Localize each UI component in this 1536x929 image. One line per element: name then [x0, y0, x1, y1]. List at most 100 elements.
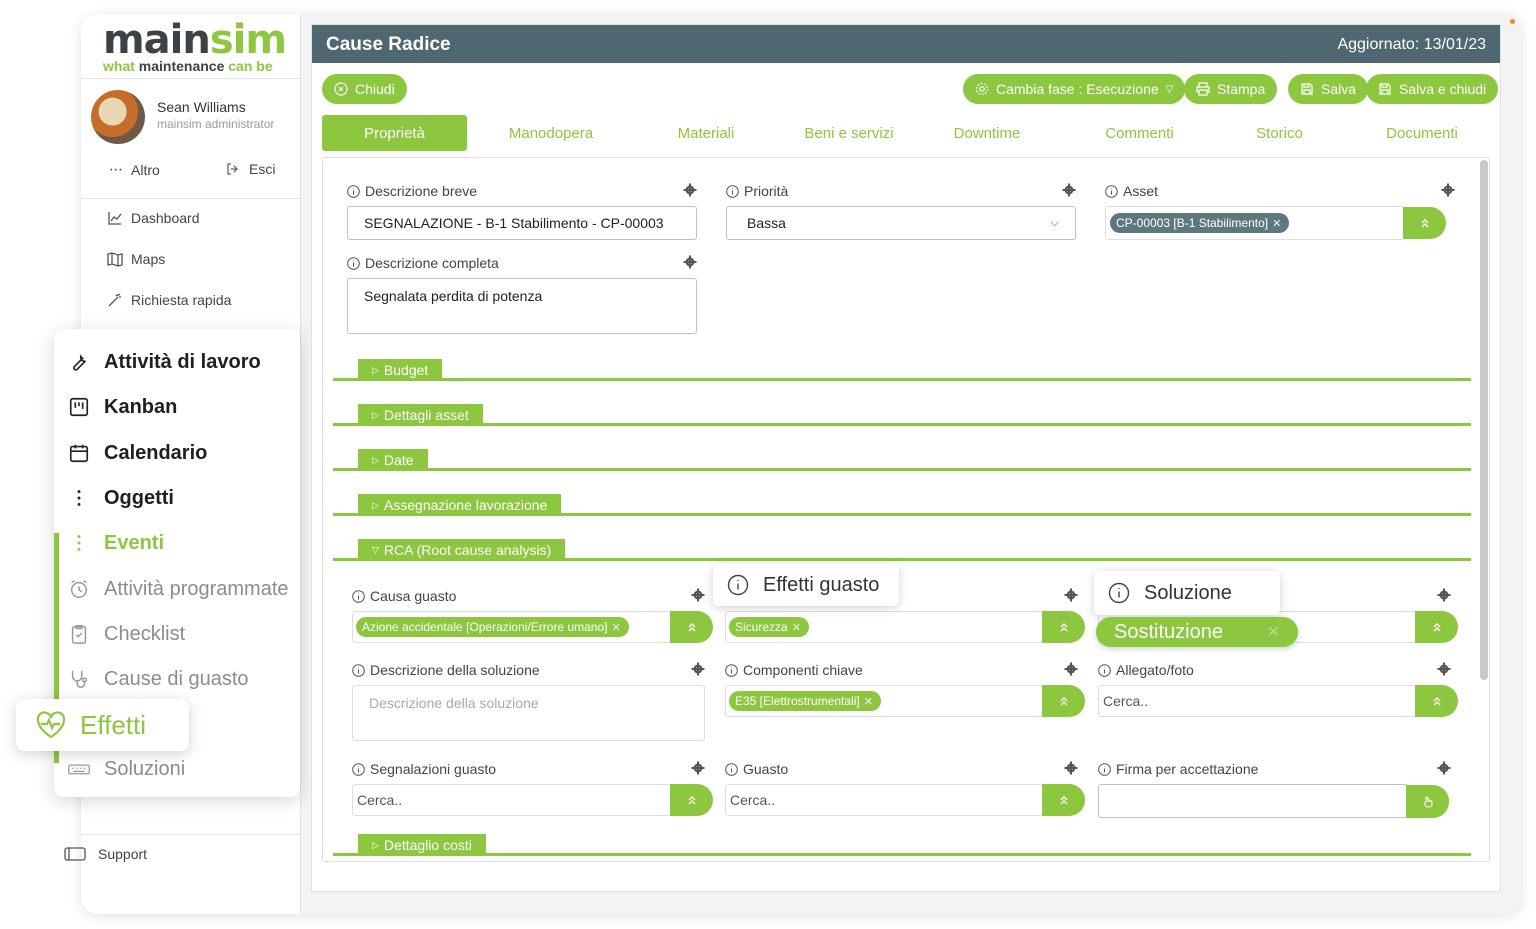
menu-item-objects[interactable]: Oggetti [68, 483, 174, 513]
menu-item-work-activities[interactable]: Attività di lavoro [68, 347, 261, 377]
tab-comments[interactable]: Commenti [1082, 115, 1197, 151]
menu-item-failure-causes[interactable]: Cause di guasto [68, 664, 249, 694]
remove-icon[interactable]: ✕ [1272, 217, 1281, 230]
sidebar-item-quick-request[interactable]: Richiesta rapida [107, 292, 231, 308]
solution-expand-button[interactable] [1415, 611, 1458, 643]
menu-item-checklist[interactable]: Checklist [68, 619, 185, 649]
fault-expand-button[interactable] [1042, 784, 1085, 816]
remove-icon[interactable]: ✕ [611, 621, 620, 634]
tab-label: Proprietà [364, 124, 425, 142]
cause-expand-button[interactable] [670, 611, 713, 643]
gear-icon[interactable] [691, 662, 705, 676]
section-header[interactable]: ▷ Dettaglio costi [358, 834, 486, 856]
gear-icon[interactable] [1437, 588, 1451, 602]
logout-label: Esci [249, 161, 276, 177]
solution-description-textarea[interactable]: Descrizione della soluzione [352, 685, 705, 741]
full-description-textarea[interactable]: Segnalata perdita di potenza [347, 278, 697, 334]
menu-item-calendar[interactable]: Calendario [68, 438, 207, 468]
field-label-text: Effetti guasto [763, 573, 880, 596]
tab-documents[interactable]: Documenti [1362, 115, 1482, 151]
menu-item-label: Oggetti [104, 486, 174, 509]
fault-reports-expand-button[interactable] [670, 784, 713, 816]
section-header[interactable]: ▷ Date [358, 449, 428, 471]
signature-input[interactable] [1098, 784, 1408, 818]
more-button[interactable]: ⋯ Altro [109, 161, 160, 178]
save-close-button[interactable]: Salva e chiudi [1366, 74, 1499, 104]
tab-properties[interactable]: Proprietà [322, 115, 467, 151]
menu-item-kanban[interactable]: Kanban [68, 392, 177, 422]
effects-expand-button[interactable] [1042, 611, 1085, 643]
sidebar-item-maps[interactable]: Maps [107, 251, 165, 267]
support-link[interactable]: Support [64, 846, 147, 862]
section-dates[interactable]: ▷ Date [333, 449, 1471, 471]
section-cost-detail[interactable]: ▷ Dettaglio costi [333, 834, 1471, 856]
caret-right-icon: ▷ [372, 364, 379, 375]
key-components-chip[interactable]: E35 [Elettrostrumentali] ✕ [729, 691, 881, 711]
logout-button[interactable]: Esci [225, 161, 275, 177]
menu-item-solutions[interactable]: Soluzioni [68, 754, 185, 784]
gear-icon[interactable] [1437, 662, 1451, 676]
effects-chip[interactable]: Sicurezza ✕ [729, 617, 809, 637]
section-header[interactable]: ▽ RCA (Root cause analysis) [358, 539, 566, 561]
gear-icon[interactable] [1064, 662, 1078, 676]
menu-item-scheduled-activities[interactable]: Attività programmate [68, 574, 289, 604]
printer-icon [1196, 82, 1210, 96]
print-button[interactable]: Stampa [1184, 74, 1278, 104]
gear-icon[interactable] [1064, 761, 1078, 775]
signature-pad-button[interactable] [1406, 785, 1449, 818]
field-label-text: Guasto [743, 761, 789, 777]
gear-icon[interactable] [1064, 588, 1078, 602]
section-rca[interactable]: ▽ RCA (Root cause analysis) [333, 539, 1471, 561]
tab-downtime[interactable]: Downtime [932, 115, 1042, 151]
section-header[interactable]: ▷ Dettagli asset [358, 404, 483, 426]
tab-labour[interactable]: Manodopera [490, 115, 612, 151]
close-button[interactable]: Chiudi [322, 74, 407, 104]
key-components-expand-button[interactable] [1042, 685, 1085, 717]
map-icon [107, 252, 123, 267]
placeholder-text: Cerca.. [730, 792, 776, 808]
attachment-input[interactable]: Cerca.. [1098, 685, 1418, 717]
tab-history[interactable]: Storico [1227, 115, 1332, 151]
fault-input[interactable]: Cerca.. [725, 784, 1045, 816]
user-card[interactable]: Sean Williams mainsim administrator [91, 90, 296, 148]
gear-icon[interactable] [1437, 761, 1451, 775]
short-description-input[interactable]: SEGNALAZIONE - B-1 Stabilimento - CP-000… [347, 206, 697, 240]
remove-icon[interactable]: ✕ [1267, 622, 1280, 642]
asset-chip[interactable]: CP-00003 [B-1 Stabilimento] ✕ [1110, 213, 1290, 233]
gear-icon[interactable] [1441, 183, 1455, 197]
tab-goods-services[interactable]: Beni e servizi [784, 115, 914, 151]
cause-chip[interactable]: Azione accidentale [Operazioni/Errore um… [356, 617, 629, 637]
asset-expand-button[interactable] [1403, 207, 1446, 239]
info-icon [352, 663, 365, 677]
gear-icon[interactable] [691, 588, 705, 602]
sidebar-item-dashboard[interactable]: Dashboard [107, 210, 200, 226]
solution-chip[interactable]: Sostituzione ✕ [1096, 617, 1298, 647]
remove-icon[interactable]: ✕ [864, 695, 873, 708]
fault-reports-input[interactable]: Cerca.. [352, 784, 672, 816]
scrollbar[interactable] [1480, 160, 1488, 680]
gear-icon[interactable] [683, 183, 697, 197]
remove-icon[interactable]: ✕ [792, 621, 801, 634]
double-chevron-up-icon [1060, 796, 1067, 805]
fault-reports-label: Segnalazioni guasto [352, 761, 496, 777]
field-label-text: Soluzione [1144, 581, 1232, 604]
section-assignment[interactable]: ▷ Assegnazione lavorazione [333, 494, 1471, 516]
section-asset-details[interactable]: ▷ Dettagli asset [333, 404, 1471, 426]
tab-materials[interactable]: Materiali [642, 115, 770, 151]
section-line [333, 468, 1471, 471]
gear-icon[interactable] [691, 761, 705, 775]
section-header[interactable]: ▷ Assegnazione lavorazione [358, 494, 562, 516]
change-phase-button[interactable]: Cambia fase : Esecuzione ▽ [963, 74, 1186, 104]
section-budget[interactable]: ▷ Budget [333, 359, 1471, 381]
gear-icon[interactable] [1062, 183, 1076, 197]
page-title: Cause Radice [326, 34, 451, 55]
menu-item-events[interactable]: Eventi [68, 528, 164, 558]
priority-select[interactable]: Bassa ⌵ [726, 206, 1076, 240]
section-header[interactable]: ▷ Budget [358, 359, 443, 381]
save-button[interactable]: Salva [1288, 74, 1369, 104]
gear-icon[interactable] [683, 255, 697, 269]
attachment-expand-button[interactable] [1415, 685, 1458, 717]
tab-label: Documenti [1386, 124, 1458, 142]
input-value: SEGNALAZIONE - B-1 Stabilimento - CP-000… [364, 215, 664, 231]
menu-item-effects[interactable]: Effetti [16, 699, 189, 751]
